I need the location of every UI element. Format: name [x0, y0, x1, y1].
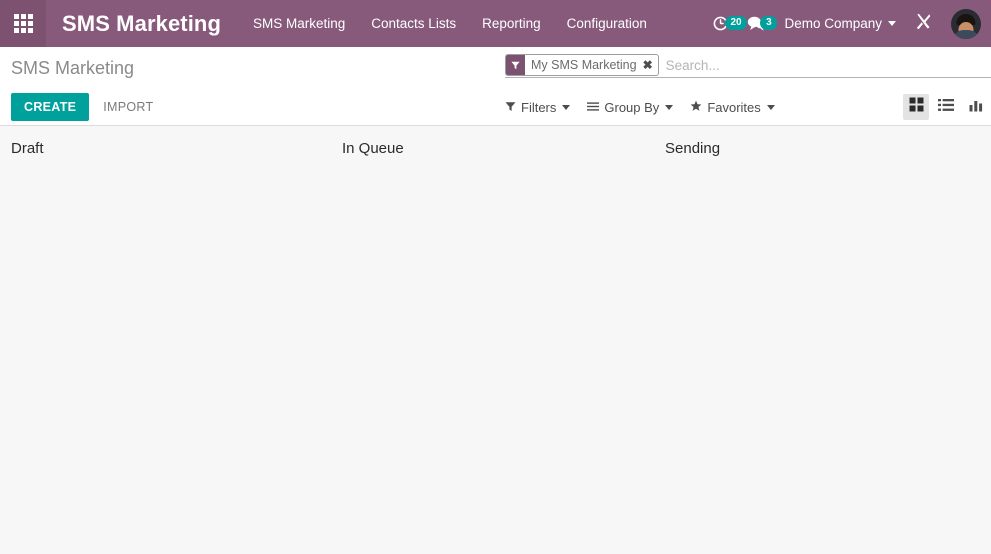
- kanban-column-title: In Queue: [342, 140, 404, 157]
- top-navbar: SMS Marketing SMS Marketing Contacts Lis…: [0, 0, 991, 47]
- developer-tools-icon: [914, 12, 933, 36]
- navbar-right-tools: 20 3 Demo Company: [712, 0, 991, 47]
- breadcrumb[interactable]: SMS Marketing: [0, 57, 134, 80]
- kanban-column-sending[interactable]: Sending: [663, 126, 991, 157]
- chevron-down-icon: [665, 104, 674, 110]
- search-input[interactable]: [658, 54, 991, 77]
- filter-funnel-icon: [506, 55, 525, 75]
- search-box: My SMS Marketing ✖: [505, 54, 991, 78]
- app-brand-title: SMS Marketing: [62, 10, 221, 36]
- import-button[interactable]: IMPORT: [103, 100, 153, 114]
- kanban-view-icon: [909, 97, 924, 117]
- search-facet-my-sms-marketing[interactable]: My SMS Marketing ✖: [505, 54, 659, 76]
- control-panel-top-row: SMS Marketing My SMS Marketing ✖: [0, 47, 991, 88]
- activity-menu-button[interactable]: 20: [712, 15, 747, 32]
- search-facet-label: My SMS Marketing: [531, 58, 637, 72]
- kanban-column-in-queue[interactable]: In Queue: [333, 126, 663, 157]
- graph-view-button[interactable]: [963, 94, 989, 120]
- kanban-view-button[interactable]: [903, 94, 929, 120]
- star-icon: [690, 100, 702, 115]
- list-view-icon: [938, 98, 954, 117]
- bars-icon: [587, 100, 600, 115]
- view-switcher: [903, 88, 991, 126]
- kanban-column-draft[interactable]: Draft: [0, 126, 333, 157]
- control-panel: SMS Marketing My SMS Marketing ✖ CREATE …: [0, 47, 991, 126]
- messaging-menu-button[interactable]: 3: [747, 15, 778, 32]
- kanban-column-title: Sending: [665, 140, 721, 157]
- main-nav-menu: SMS Marketing Contacts Lists Reporting C…: [251, 12, 649, 35]
- activity-count-badge: 20: [725, 16, 747, 30]
- control-panel-bottom-row: CREATE IMPORT Filters Group By Favorites: [0, 88, 991, 126]
- chevron-down-icon: [766, 104, 775, 110]
- company-switcher-button[interactable]: Demo Company: [784, 16, 896, 31]
- company-name-label: Demo Company: [784, 16, 882, 31]
- close-icon[interactable]: ✖: [643, 55, 658, 75]
- nav-item-contacts-lists[interactable]: Contacts Lists: [369, 12, 458, 35]
- chevron-down-icon: [888, 21, 896, 26]
- user-avatar[interactable]: [951, 8, 981, 39]
- filters-dropdown[interactable]: Filters: [505, 99, 571, 115]
- chevron-down-icon: [562, 104, 571, 110]
- apps-menu-button[interactable]: [0, 0, 46, 47]
- group-by-label: Group By: [604, 99, 660, 115]
- kanban-board: Draft In Queue Sending: [0, 126, 991, 545]
- messages-count-badge: 3: [760, 16, 778, 30]
- developer-tools-button[interactable]: [914, 12, 933, 36]
- apps-grid-icon: [13, 14, 33, 33]
- filter-funnel-icon: [505, 100, 516, 115]
- create-button[interactable]: CREATE: [11, 92, 90, 121]
- nav-item-configuration[interactable]: Configuration: [565, 12, 649, 35]
- list-view-button[interactable]: [933, 94, 959, 120]
- favorites-dropdown[interactable]: Favorites: [690, 99, 775, 115]
- graph-view-icon: [969, 98, 983, 117]
- favorites-label: Favorites: [707, 99, 761, 115]
- nav-item-sms-marketing[interactable]: SMS Marketing: [251, 12, 347, 35]
- filters-label: Filters: [521, 99, 557, 115]
- nav-item-reporting[interactable]: Reporting: [480, 12, 543, 35]
- search-dropdowns: Filters Group By Favorites: [505, 88, 775, 126]
- kanban-column-title: Draft: [11, 140, 44, 157]
- search-area: My SMS Marketing ✖: [505, 54, 991, 78]
- group-by-dropdown[interactable]: Group By: [587, 99, 674, 115]
